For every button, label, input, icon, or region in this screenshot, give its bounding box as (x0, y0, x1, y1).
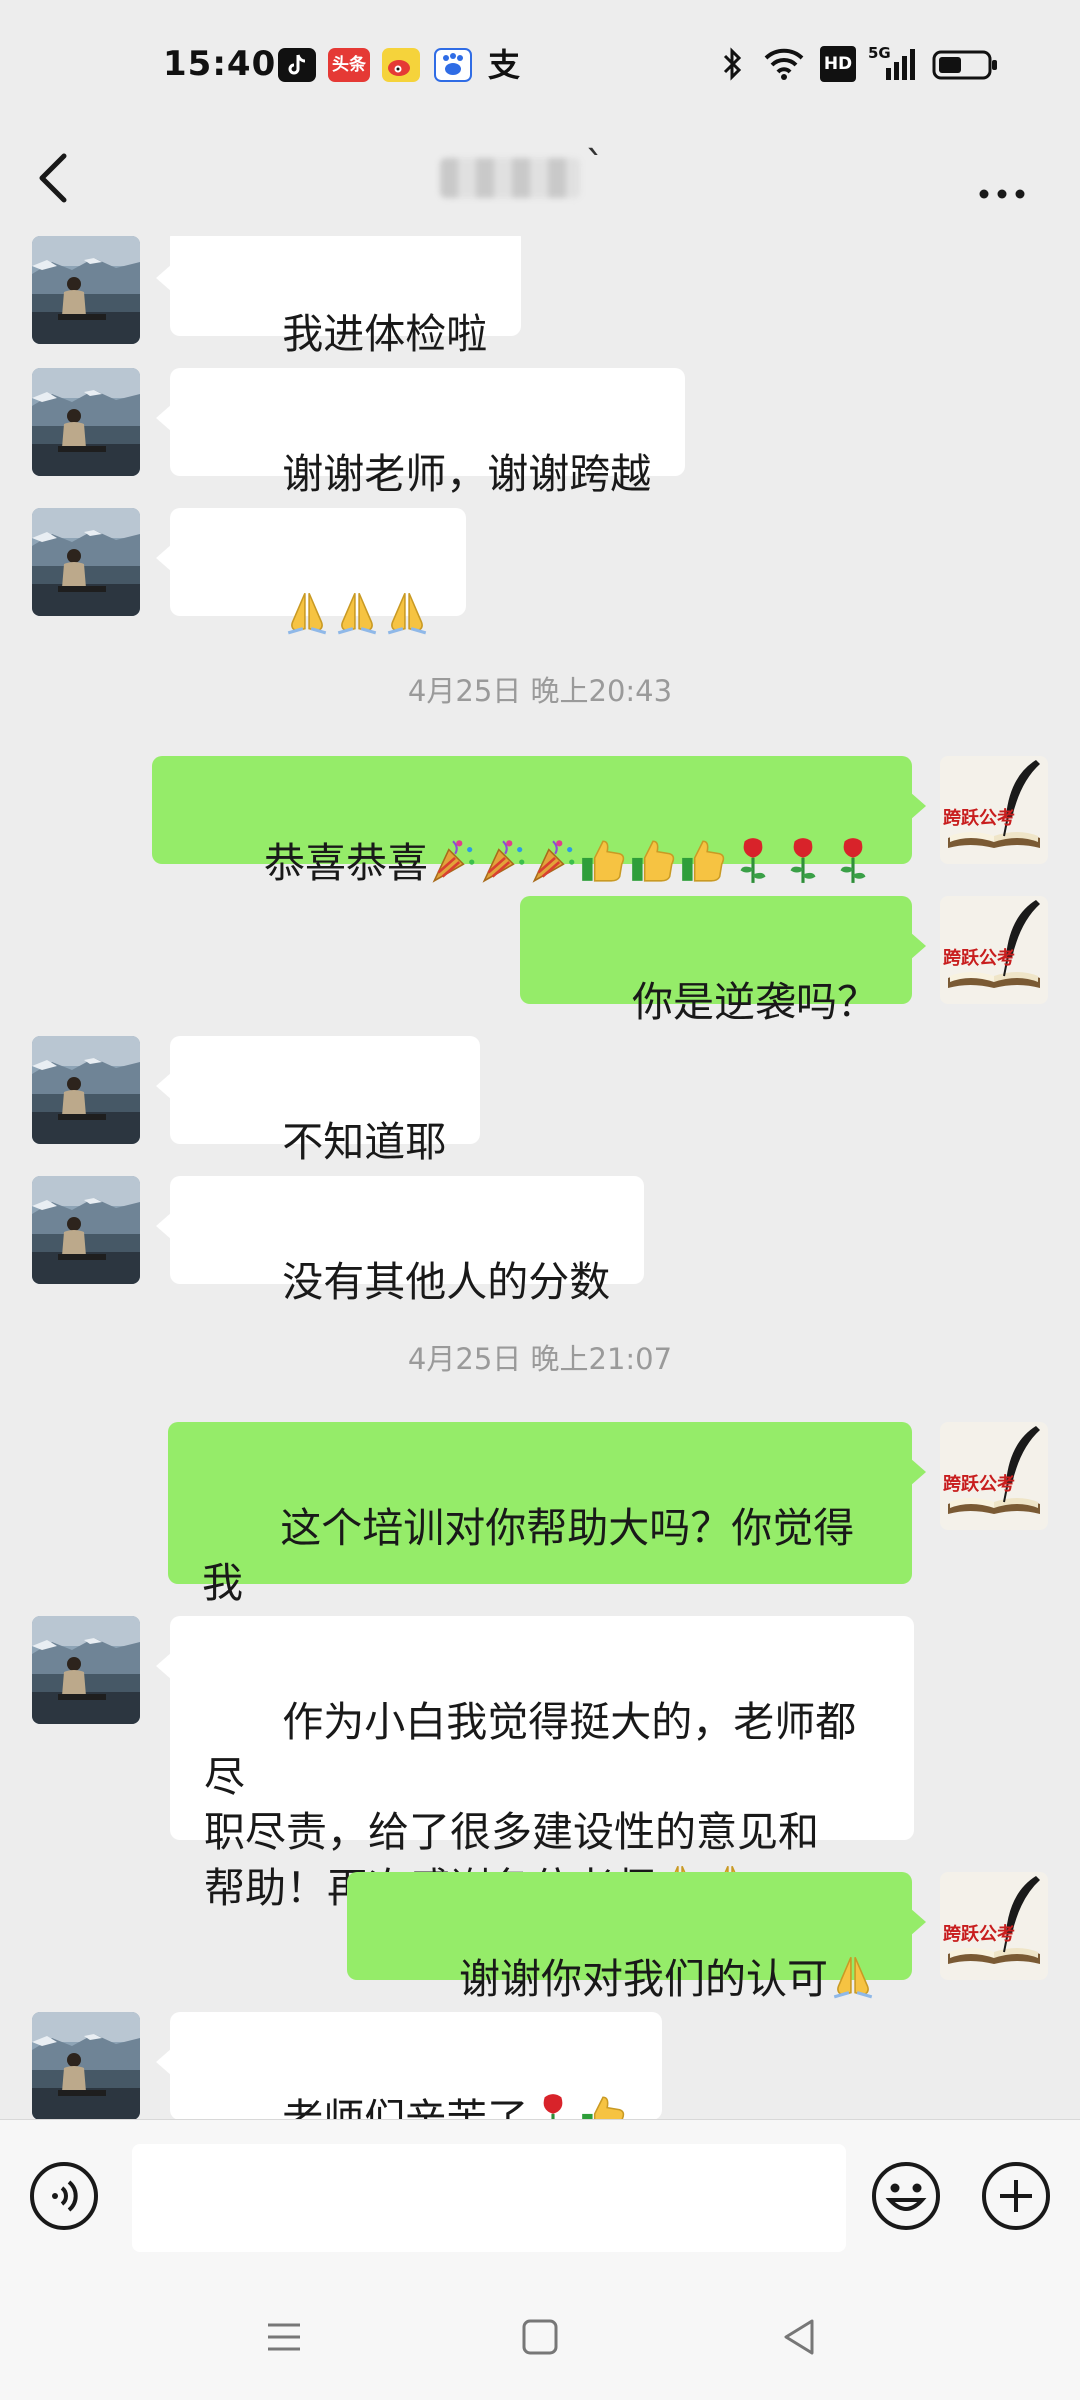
bluetooth-icon (720, 46, 746, 82)
contact-name-blurred (440, 158, 580, 198)
baidu-icon (434, 48, 472, 82)
thumbs-up-emoji-icon (578, 2091, 628, 2119)
message-bubble-received[interactable]: 作为小白我觉得挺大的，老师都尽 职尽责，给了很多建设性的意见和 帮助！再次感谢各… (156, 1616, 914, 1912)
pray-emoji-icon (382, 587, 432, 637)
pray-emoji-icon (282, 587, 332, 637)
message-input[interactable] (132, 2144, 846, 2252)
message-bubble-sent[interactable]: 恭喜恭喜 (151, 756, 927, 887)
pray-emoji-icon (332, 587, 382, 637)
contact-avatar[interactable] (32, 1176, 140, 1284)
contact-avatar[interactable] (32, 368, 140, 476)
brand-avatar-label: 跨跃公考 (943, 808, 1015, 829)
more-dots-icon (979, 189, 1025, 199)
message-bubble-sent[interactable]: 这个培训对你帮助大吗？你觉得我 们的老师怎样？ (168, 1422, 926, 1662)
timestamp: 4月25日 晚上21:07 (407, 1342, 673, 1376)
message-text: 没有其他人的分数 (282, 1258, 611, 1306)
thumbs-up-emoji-icon (678, 835, 728, 885)
rose-emoji-icon (828, 835, 878, 885)
rose-emoji-icon (778, 835, 828, 885)
rose-emoji-icon (528, 2091, 578, 2119)
toutiao-icon: 头条 (328, 48, 370, 82)
party-popper-emoji-icon (428, 835, 478, 885)
pray-emoji-icon (828, 1951, 878, 2001)
alipay-label: 支 (488, 46, 521, 84)
contact-avatar[interactable] (32, 2012, 140, 2119)
back-nav-button[interactable] (776, 2313, 824, 2361)
tiktok-icon (278, 48, 316, 82)
timestamp: 4月25日 晚上20:43 (407, 674, 673, 708)
signal-5g-icon: 5G (868, 44, 920, 82)
input-bar (0, 2119, 1080, 2276)
contact-avatar[interactable] (32, 236, 140, 344)
battery-icon (932, 46, 1000, 82)
chat-screen: 15:40 头条 支 HD 5G ` 我进体检啦 谢谢老师，谢谢跨越 4月25日… (0, 0, 1080, 2400)
status-time: 15:40 (163, 44, 277, 84)
message-text: 谢谢老师，谢谢跨越 (282, 450, 652, 498)
rose-emoji-icon (728, 835, 778, 885)
hd-icon: HD (820, 46, 856, 82)
back-button[interactable] (26, 142, 86, 222)
voice-input-button[interactable] (28, 2160, 100, 2232)
contact-avatar[interactable] (32, 508, 140, 616)
contact-avatar[interactable] (32, 1616, 140, 1724)
system-navigation-bar (0, 2275, 1080, 2400)
thumbs-up-emoji-icon (578, 835, 628, 885)
home-square-icon (522, 2319, 558, 2355)
message-bubble-sent[interactable]: 你是逆袭吗？ (519, 896, 927, 1026)
brand-avatar-label: 跨跃公考 (943, 948, 1015, 969)
message-text: 谢谢你对我们的认可 (459, 1955, 828, 2003)
thumbs-up-emoji-icon (628, 835, 678, 885)
more-functions-button[interactable] (980, 2160, 1052, 2232)
brand-avatar-label: 跨跃公考 (943, 1924, 1015, 1945)
toutiao-label: 头条 (332, 55, 366, 75)
message-list[interactable]: 我进体检啦 谢谢老师，谢谢跨越 4月25日 晚上20:43 跨跃公考 恭喜恭喜 … (0, 236, 1080, 2119)
party-popper-emoji-icon (528, 835, 578, 885)
message-bubble-sent[interactable]: 谢谢你对我们的认可 (346, 1872, 927, 2003)
plus-icon (982, 2162, 1050, 2230)
voice-icon (30, 2162, 98, 2230)
contact-name-tail: ` (585, 144, 605, 190)
message-bubble-received[interactable]: 谢谢老师，谢谢跨越 (155, 368, 686, 498)
message-bubble-received[interactable] (155, 508, 467, 616)
message-bubble-received[interactable]: 不知道耶 (155, 1036, 481, 1166)
alipay-icon: 支 (488, 48, 526, 82)
message-bubble-received[interactable]: 没有其他人的分数 (155, 1176, 645, 1306)
menu-icon (268, 2323, 300, 2351)
message-text: 恭喜恭喜 (264, 839, 428, 887)
message-text: 你是逆袭吗？ (632, 978, 878, 1026)
weibo-icon (382, 48, 420, 82)
smiley-icon (872, 2162, 940, 2230)
home-button[interactable] (516, 2313, 564, 2361)
message-bubble-received[interactable]: 我进体检啦 (155, 236, 522, 358)
chevron-left-icon (39, 153, 67, 203)
chat-header: ` (0, 136, 1080, 236)
wifi-icon (762, 46, 806, 82)
party-popper-emoji-icon (478, 835, 528, 885)
status-bar: 15:40 头条 支 HD 5G (0, 0, 1080, 136)
message-text: 不知道耶 (282, 1118, 447, 1166)
recent-apps-button[interactable] (260, 2313, 308, 2361)
message-bubble-received[interactable]: 老师们辛苦了 (155, 2012, 663, 2119)
more-options-button[interactable] (972, 156, 1032, 206)
contact-avatar[interactable] (32, 1036, 140, 1144)
triangle-back-icon (784, 2319, 814, 2355)
message-text: 老师们辛苦了 (282, 2095, 529, 2119)
emoji-button[interactable] (870, 2160, 942, 2232)
message-text: 我进体检啦 (282, 310, 488, 358)
hd-label: HD (823, 54, 853, 74)
brand-avatar-label: 跨跃公考 (943, 1474, 1015, 1495)
